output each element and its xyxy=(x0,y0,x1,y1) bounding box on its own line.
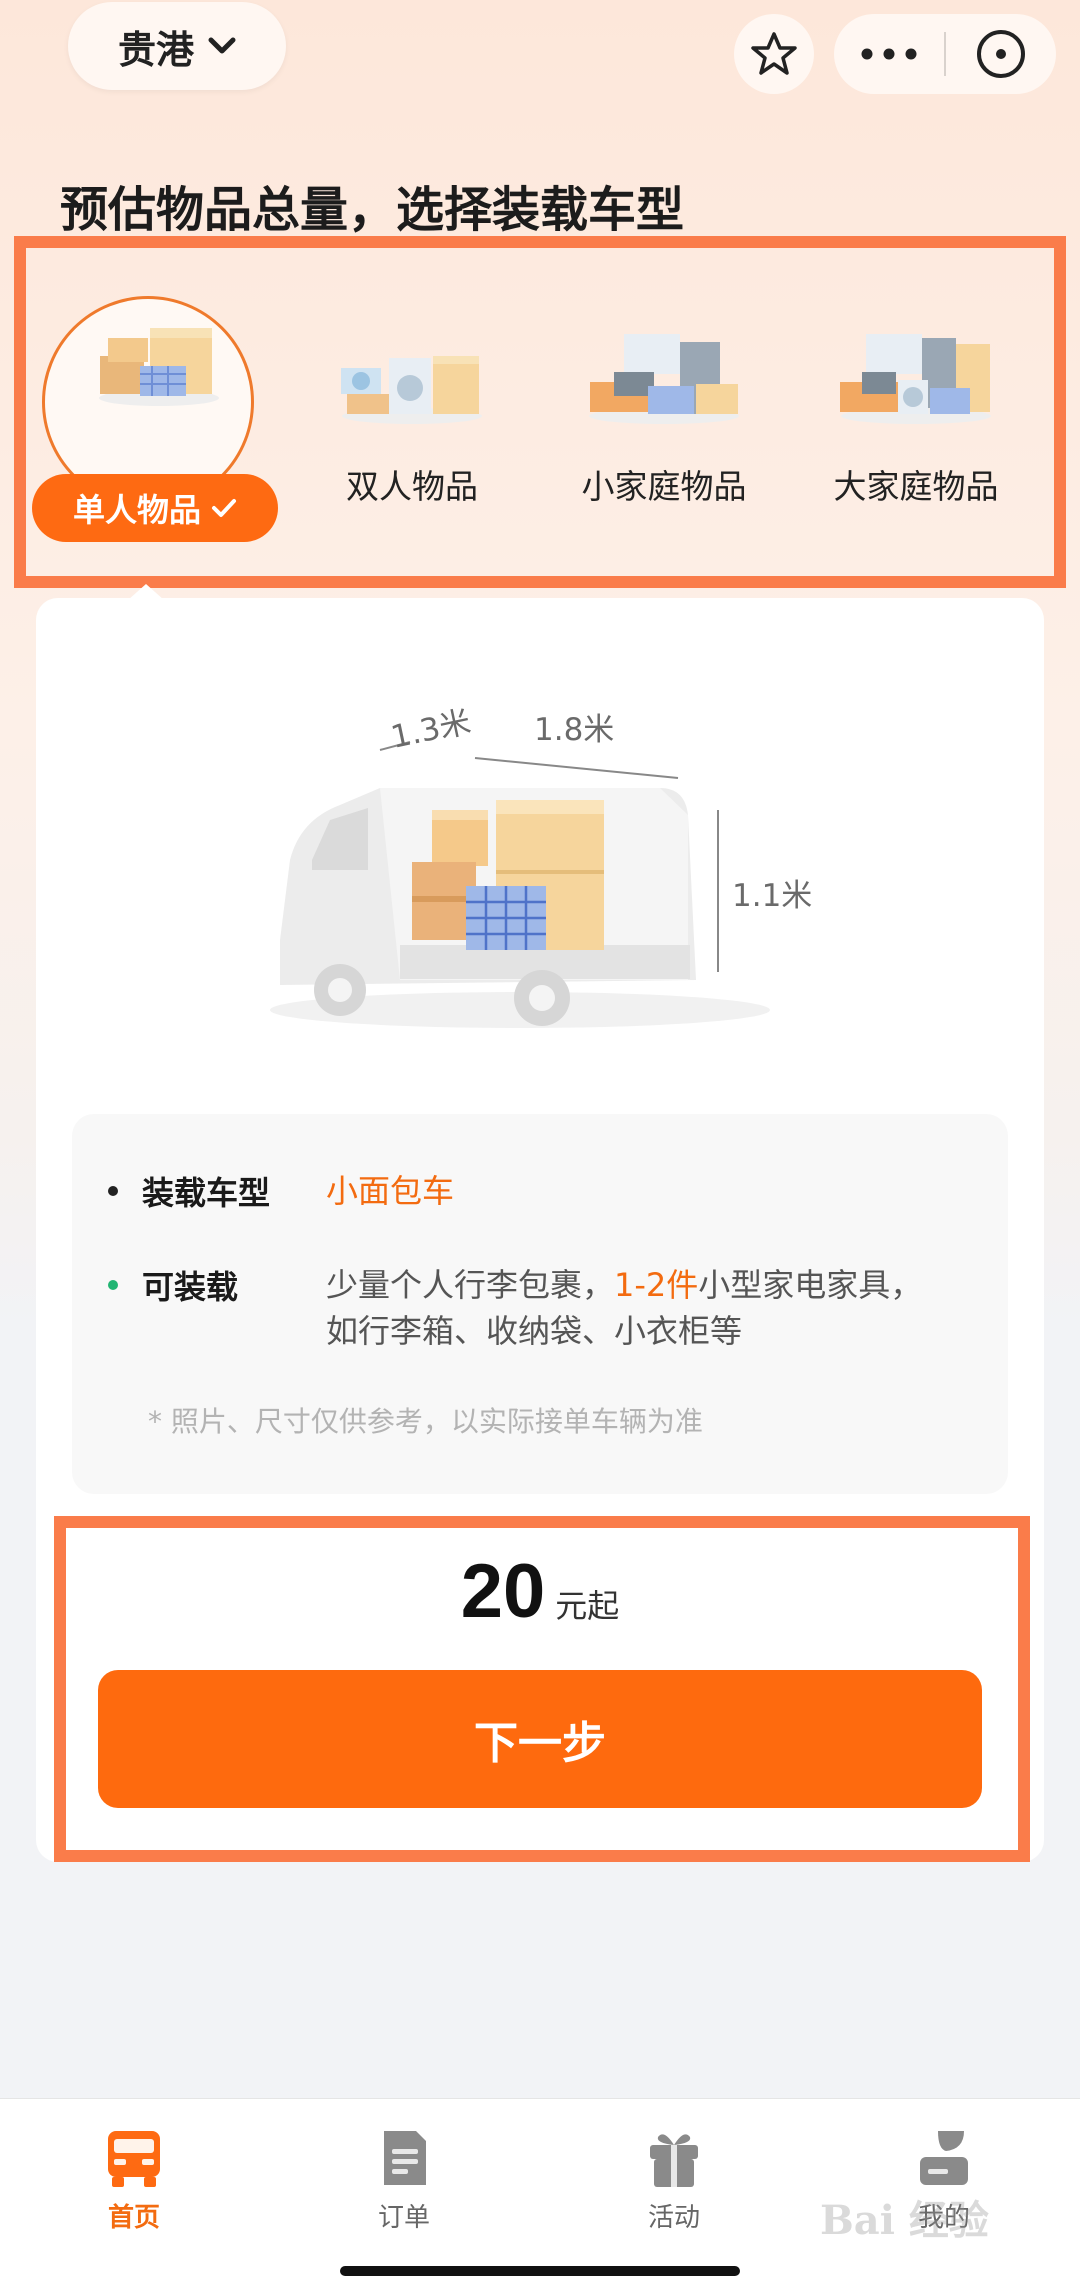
user-icon xyxy=(914,2127,974,2189)
capacity-key: 可装载 xyxy=(142,1268,239,1306)
household-illustration-icon xyxy=(831,318,1001,438)
capacity-row: 可装载 少量个人行李包裹，1-2件小型家电家具， 如行李箱、收纳袋、小衣柜等 xyxy=(108,1262,922,1354)
category-selector: 单人物品 双人物品 小家庭物品 大家庭物品 xyxy=(14,238,1066,578)
page-title: 预估物品总量，选择装载车型 xyxy=(60,182,685,238)
boxes-illustration-icon xyxy=(74,298,244,418)
vehicle-info-box: 装载车型 小面包车 可装载 少量个人行李包裹，1-2件小型家电家具， 如行李箱、… xyxy=(72,1114,1008,1494)
category-double[interactable]: 双人物品 xyxy=(292,238,532,538)
vehicle-type-value: 小面包车 xyxy=(326,1172,455,1210)
vehicle-type-row: 装载车型 小面包车 xyxy=(108,1168,454,1214)
tab-home[interactable]: 首页 xyxy=(44,2127,224,2234)
favorite-button[interactable] xyxy=(734,14,814,94)
category-small-family[interactable]: 小家庭物品 xyxy=(544,238,784,538)
next-step-button[interactable]: 下一步 xyxy=(98,1670,982,1808)
category-label: 大家庭物品 xyxy=(833,467,999,506)
disclaimer-note: * 照片、尺寸仅供参考，以实际接单车辆为准 xyxy=(148,1405,703,1438)
mini-program-capsule xyxy=(834,14,1056,94)
chevron-down-icon xyxy=(208,37,236,54)
more-button[interactable] xyxy=(834,14,944,94)
gift-icon xyxy=(644,2127,704,2189)
truck-icon xyxy=(104,2127,164,2189)
category-single[interactable]: 单人物品 xyxy=(14,238,278,542)
tab-label: 订单 xyxy=(377,2203,430,2233)
price-display: 20 元起 xyxy=(0,1548,1080,1635)
tab-label: 活动 xyxy=(647,2203,700,2233)
price-amount: 20 xyxy=(460,1549,546,1634)
furniture-illustration-icon xyxy=(579,318,749,438)
capacity-highlight: 1-2件 xyxy=(614,1266,699,1304)
star-icon xyxy=(751,32,797,75)
city-name: 贵港 xyxy=(117,27,194,72)
capacity-examples: 如行李箱、收纳袋、小衣柜等 xyxy=(326,1312,743,1350)
home-indicator xyxy=(340,2266,740,2276)
city-selector[interactable]: 贵港 xyxy=(68,2,286,90)
category-large-family[interactable]: 大家庭物品 xyxy=(796,238,1036,538)
bullet-dot xyxy=(108,1280,118,1290)
van-illustration: 1.3米 1.8米 1.1米 xyxy=(260,690,820,1050)
category-label: 单人物品 xyxy=(72,491,201,529)
tab-orders[interactable]: 订单 xyxy=(314,2127,494,2234)
watermark: Bai 经验 xyxy=(820,2197,989,2244)
length-dimension: 1.8米 xyxy=(534,712,615,748)
height-dimension: 1.1米 xyxy=(732,878,813,914)
bullet-dot xyxy=(108,1186,118,1196)
capacity-description: 少量个人行李包裹，1-2件小型家电家具， 如行李箱、收纳袋、小衣柜等 xyxy=(326,1262,922,1354)
tab-activities[interactable]: 活动 xyxy=(584,2127,764,2234)
category-label: 小家庭物品 xyxy=(581,467,747,506)
capacity-prefix: 少量个人行李包裹， xyxy=(326,1266,615,1304)
tab-label: 首页 xyxy=(107,2203,160,2233)
selected-badge: 单人物品 xyxy=(32,474,278,542)
more-dots-icon xyxy=(861,48,917,60)
appliances-illustration-icon xyxy=(327,318,497,438)
category-label: 双人物品 xyxy=(346,467,478,506)
capacity-suffix: 小型家电家具， xyxy=(698,1266,923,1304)
close-button[interactable] xyxy=(946,14,1056,94)
price-unit: 元起 xyxy=(555,1587,620,1625)
vehicle-type-key: 装载车型 xyxy=(142,1174,271,1212)
order-icon xyxy=(374,2127,434,2189)
close-circle-icon xyxy=(977,30,1025,78)
check-icon xyxy=(212,499,236,517)
